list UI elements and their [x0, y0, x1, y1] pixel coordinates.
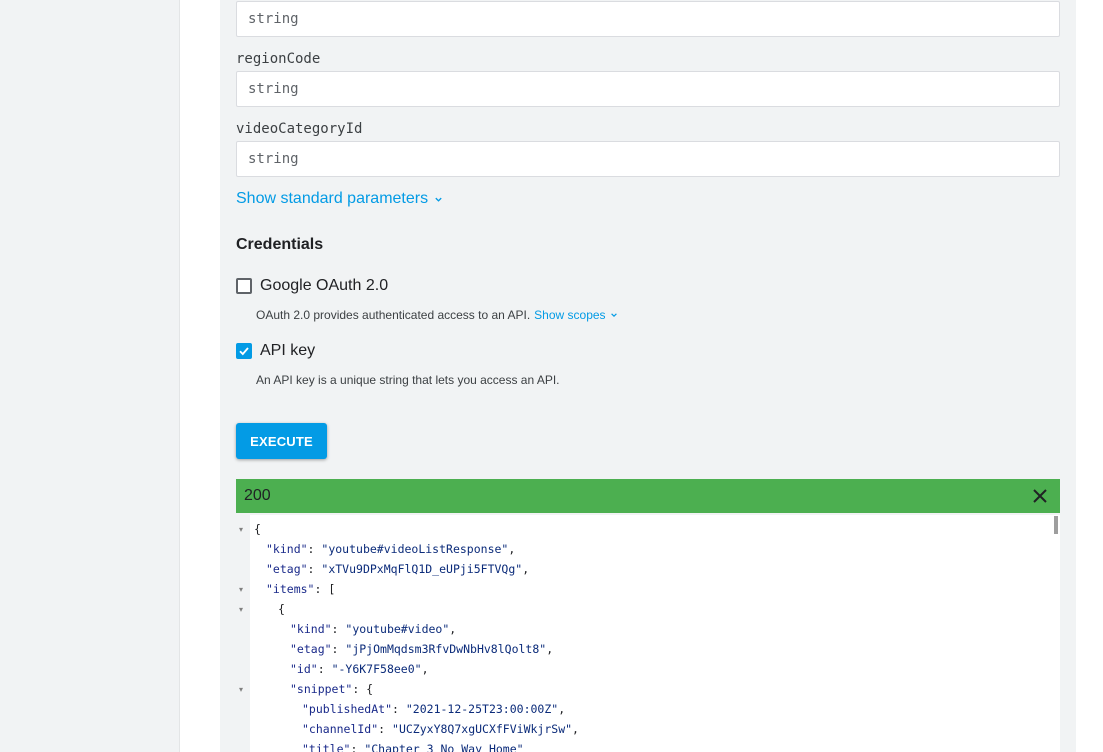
code-line: "kind": "youtube#video",: [290, 622, 457, 636]
fold-arrow-icon[interactable]: ▾: [239, 685, 243, 694]
apikey-label: API key: [260, 342, 316, 359]
scrollbar-thumb[interactable]: [1054, 516, 1058, 534]
code-line: "title": "Chapter 3 No Way Home": [302, 742, 524, 752]
param-label-videocategoryid: videoCategoryId: [236, 121, 363, 137]
close-icon[interactable]: [1032, 488, 1048, 504]
apikey-checkbox[interactable]: [236, 343, 252, 359]
code-line: "id": "-Y6K7F58ee0",: [290, 662, 429, 676]
oauth-checkbox-row[interactable]: Google OAuth 2.0: [236, 277, 388, 295]
code-line: "kind": "youtube#videoListResponse",: [266, 542, 516, 556]
fold-arrow-icon[interactable]: ▾: [239, 585, 243, 594]
oauth-label: Google OAuth 2.0: [260, 277, 389, 294]
apikey-checkbox-row[interactable]: API key: [236, 342, 315, 360]
left-pane: [0, 0, 180, 752]
show-standard-parameters-link[interactable]: Show standard parameters: [236, 190, 443, 208]
response-status-bar: 200: [236, 479, 1060, 513]
oauth-description: OAuth 2.0 provides authenticated access …: [256, 308, 618, 322]
regioncode-input[interactable]: [236, 71, 1060, 107]
code-line: {: [254, 522, 261, 536]
fold-arrow-icon[interactable]: ▾: [239, 605, 243, 614]
oauth-description-text: OAuth 2.0 provides authenticated access …: [256, 308, 531, 322]
checkmark-icon: [239, 347, 249, 356]
chevron-down-icon: [435, 197, 442, 202]
oauth-checkbox[interactable]: [236, 278, 252, 294]
response-code-viewer[interactable]: ▾ ▾ ▾ ▾ { "kind": "youtube#videoListResp…: [236, 515, 1060, 752]
param-label-regioncode: regionCode: [236, 51, 321, 67]
code-line: "etag": "jPjOmMqdsm3RfvDwNbHv8lQolt8",: [290, 642, 554, 656]
code-gutter: [236, 515, 250, 752]
code-line: {: [278, 602, 285, 616]
code-line: "snippet": {: [290, 682, 374, 696]
code-line: "items": [: [266, 582, 336, 596]
chevron-down-icon: [610, 313, 617, 318]
code-line: "publishedAt": "2021-12-25T23:00:00Z",: [302, 702, 566, 716]
apikey-description-text: An API key is a unique string that lets …: [256, 373, 560, 387]
code-line: "etag": "xTVu9DPxMqFlQ1D_eUPji5FTVQg",: [266, 562, 530, 576]
code-line: "channelId": "UCZyxY8Q7xgUCXfFViWkjrSw",: [302, 722, 579, 736]
param-input-top[interactable]: [236, 1, 1060, 37]
apikey-description: An API key is a unique string that lets …: [256, 373, 560, 387]
show-standard-parameters-label: Show standard parameters: [236, 190, 429, 207]
show-scopes-link[interactable]: Show scopes: [534, 308, 605, 322]
execute-button[interactable]: EXECUTE: [236, 423, 327, 459]
response-status-code: 200: [244, 487, 271, 504]
videocategoryid-input[interactable]: [236, 141, 1060, 177]
credentials-title: Credentials: [236, 236, 324, 253]
fold-arrow-icon[interactable]: ▾: [239, 525, 243, 534]
